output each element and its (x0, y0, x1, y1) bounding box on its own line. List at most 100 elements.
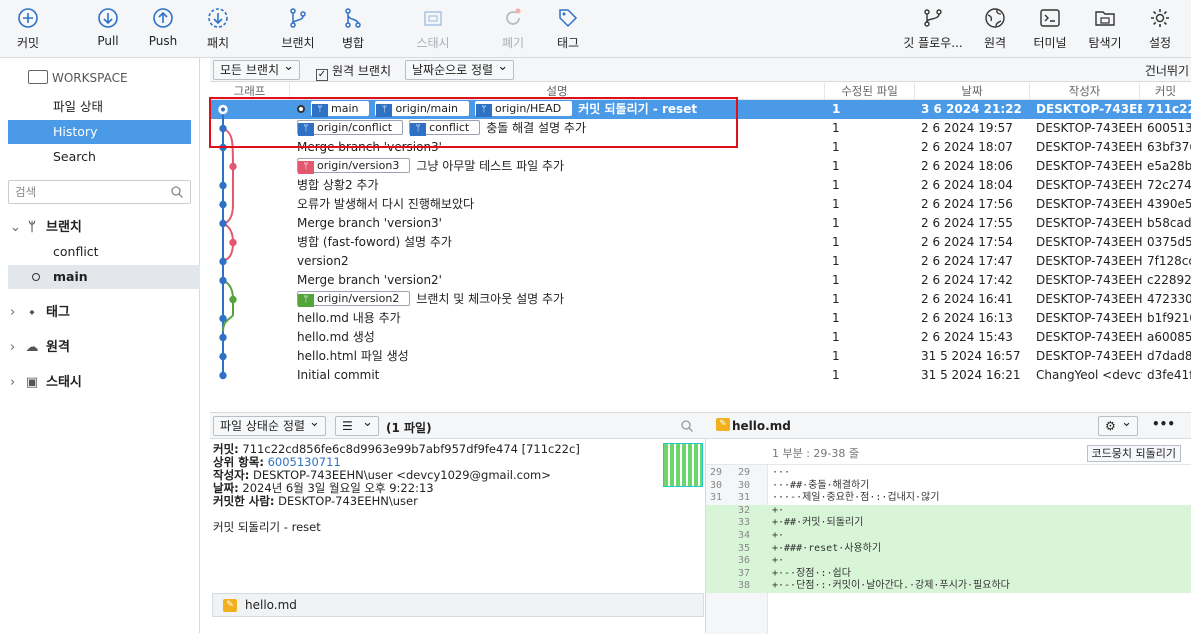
column-author[interactable]: 작성자 (1030, 83, 1140, 99)
date-label: 날짜: (213, 481, 239, 495)
merge-button[interactable]: 병합 (325, 6, 381, 51)
parent-link[interactable]: 6005130711 (268, 455, 341, 469)
diff-added-line: 35 +·###·reset·사용하기 (706, 542, 1191, 556)
remote-button[interactable]: 원격 (967, 6, 1023, 51)
tag-button[interactable]: 태그 (540, 6, 596, 51)
commit-author: DESKTOP-743EEHN (1036, 159, 1142, 173)
sidebar-item-history[interactable]: History (8, 120, 191, 144)
commit-row[interactable]: Initial commit 1 31 5 2024 16:21 ChangYeol … (210, 366, 1191, 385)
commit-description: 병합 (fast-foword) 설명 추가 (297, 233, 825, 252)
commit-row[interactable]: hello.md 생성 1 2 6 2024 15:43 DESKTOP-743EEH… (210, 328, 1191, 347)
branches-section[interactable]: ⌄ ᛘ 브랜치 (10, 216, 82, 235)
commit-author: DESKTOP-743EEHN (1036, 197, 1142, 211)
remotes-section[interactable]: › ☁ 원격 (10, 336, 70, 355)
commit-row[interactable]: 병합 (fast-foword) 설명 추가 1 2 6 2024 17:54 DES… (210, 233, 1191, 252)
commit-node[interactable] (219, 352, 227, 361)
diff-context-line: 31 31 ···-·제일·중요한·점·:·겁내지·않기 (706, 492, 1191, 505)
revert-hunk-button[interactable]: 코드뭉치 되돌리기 (1086, 445, 1181, 462)
branch-label-badge[interactable]: ᛘ conflict (409, 120, 481, 136)
branch-label-text: origin/HEAD (495, 102, 562, 115)
modified-file-icon: ✎ (223, 599, 237, 612)
git-flow-label: 깃 플로우... (903, 36, 963, 50)
commit-hash-value: 711c22cd856fe6c8d9963e99b7abf957df9fe474… (242, 442, 580, 456)
commit-node[interactable] (219, 314, 227, 323)
column-graph[interactable]: 그래프 (210, 83, 290, 99)
commit-node[interactable] (219, 181, 227, 190)
commit-node[interactable] (229, 162, 237, 171)
branches-label: 브랜치 (46, 220, 82, 235)
commit-node[interactable] (219, 200, 227, 209)
commit-node[interactable] (229, 295, 237, 304)
branch-label-badge[interactable]: ᛘ origin/version3 (297, 158, 411, 174)
changed-file-item[interactable]: ✎ hello.md (212, 593, 704, 617)
skip-button[interactable]: 건너뛰기 (1145, 62, 1189, 79)
sidebar-item-file-status[interactable]: 파일 상태 (8, 95, 191, 119)
column-commit[interactable]: 커밋 (1140, 83, 1191, 99)
commit-description: ᛘ main ᛘ origin/main ᛘ origin/HEAD 커밋 되돌리기 - r… (297, 100, 825, 119)
tags-section[interactable]: › ⬩ 태그 (10, 301, 70, 320)
commit-row[interactable]: hello.md 내용 추가 1 2 6 2024 16:13 DESKTOP-743… (210, 309, 1191, 328)
commit-node[interactable] (219, 219, 227, 228)
commit-node[interactable] (219, 371, 227, 380)
commit-row[interactable]: ᛘ main ᛘ origin/main ᛘ origin/HEAD 커밋 되돌리기 - r… (210, 100, 1191, 119)
sidebar-branch-conflict[interactable]: conflict (8, 240, 200, 264)
commit-row[interactable]: 오류가 발생해서 다시 진행해보았다 1 2 6 2024 17:56 DESKTOP… (210, 195, 1191, 214)
column-modified-files[interactable]: 수정된 파일 (825, 83, 915, 99)
sidebar-search-input[interactable]: 검색 (8, 180, 191, 204)
search-icon[interactable] (680, 419, 694, 433)
branch-label-badge[interactable]: ᛘ origin/version2 (297, 291, 411, 307)
git-flow-icon (924, 9, 942, 27)
branch-filter-dropdown[interactable]: 모든 브랜치 (213, 58, 301, 80)
branch-label-badge[interactable]: ᛘ origin/HEAD (475, 101, 573, 117)
commit-hash: 4390e51 (1147, 197, 1191, 211)
push-button[interactable]: Push (135, 6, 191, 48)
view-mode-dropdown[interactable]: ☰ (335, 414, 379, 436)
commit-author: DESKTOP-743EEHN (1036, 102, 1142, 116)
commit-node[interactable] (229, 238, 237, 247)
toolbar: 커밋 Pull Push 패치 브랜치 병합 스태시 폐기 태그 깃 플로우..… (0, 0, 1191, 58)
tag-label: 태그 (556, 36, 580, 50)
commit-node[interactable] (219, 276, 227, 285)
commit-row[interactable]: Merge branch 'version3' 1 2 6 2024 17:55 DE… (210, 214, 1191, 233)
sidebar-item-search[interactable]: Search (8, 145, 191, 169)
commit-row[interactable]: ᛘ origin/conflict ᛘ conflict 충돌 해결 설명 추가 1 2 6… (210, 119, 1191, 138)
commit-button[interactable]: 커밋 (0, 6, 56, 51)
stash-button[interactable]: 스태시 (405, 6, 461, 51)
remote-branches-checkbox[interactable]: ✓ 원격 브랜치 (316, 62, 391, 81)
branch-label-badge[interactable]: ᛘ main (311, 101, 370, 117)
branch-label-badge[interactable]: ᛘ origin/main (375, 101, 469, 117)
commit-row[interactable]: Merge branch 'version2' 1 2 6 2024 17:42 DE… (210, 271, 1191, 290)
tag-icon (559, 9, 578, 28)
more-options-button[interactable]: ••• (1152, 417, 1175, 431)
commit-message: Merge branch 'version3' (297, 140, 442, 154)
commit-message: 브랜치 및 체크아웃 설명 추가 (416, 292, 565, 306)
commit-row[interactable]: ᛘ origin/version3 그냥 아무말 테스트 파일 추가 1 2 6 202… (210, 157, 1191, 176)
commit-node[interactable] (219, 124, 227, 133)
settings-button[interactable]: 설정 (1132, 6, 1188, 51)
terminal-button[interactable]: 터미널 (1022, 6, 1078, 51)
stash-section[interactable]: › ▣ 스태시 (10, 371, 82, 390)
branch-button[interactable]: 브랜치 (270, 6, 326, 51)
commit-node[interactable] (219, 257, 227, 266)
explorer-button[interactable]: 탐색기 (1077, 6, 1133, 51)
pull-button[interactable]: Pull (80, 6, 136, 48)
column-date[interactable]: 날짜 (915, 83, 1030, 99)
file-sort-dropdown[interactable]: 파일 상태순 정렬 (213, 414, 326, 436)
commit-row[interactable]: version2 1 2 6 2024 17:47 DESKTOP-743EEHN 7f… (210, 252, 1191, 271)
diff-options-dropdown[interactable]: ⚙ (1098, 414, 1138, 436)
fetch-button[interactable]: 패치 (190, 6, 246, 51)
branch-label-badge[interactable]: ᛘ origin/conflict (297, 120, 404, 136)
sidebar-branch-main[interactable]: main (8, 265, 200, 289)
discard-button[interactable]: 폐기 (485, 6, 541, 51)
sort-dropdown[interactable]: 날짜순으로 정렬 (405, 58, 515, 80)
commit-node[interactable] (219, 333, 227, 342)
commit-row[interactable]: Merge branch 'version3' 1 2 6 2024 18:07 DE… (210, 138, 1191, 157)
commit-row[interactable]: 병합 상황2 추가 1 2 6 2024 18:04 DESKTOP-743EEHN 7… (210, 176, 1191, 195)
git-flow-button[interactable]: 깃 플로우... (898, 6, 968, 51)
new-line-number: 34 (737, 530, 750, 541)
commit-node[interactable] (219, 143, 227, 152)
commit-row[interactable]: hello.html 파일 생성 1 31 5 2024 16:57 DESKTOP-… (210, 347, 1191, 366)
commit-row[interactable]: ᛘ origin/version2 브랜치 및 체크아웃 설명 추가 1 2 6 202… (210, 290, 1191, 309)
line-text: ··· (772, 467, 791, 478)
column-description[interactable]: 설명 (290, 83, 825, 99)
